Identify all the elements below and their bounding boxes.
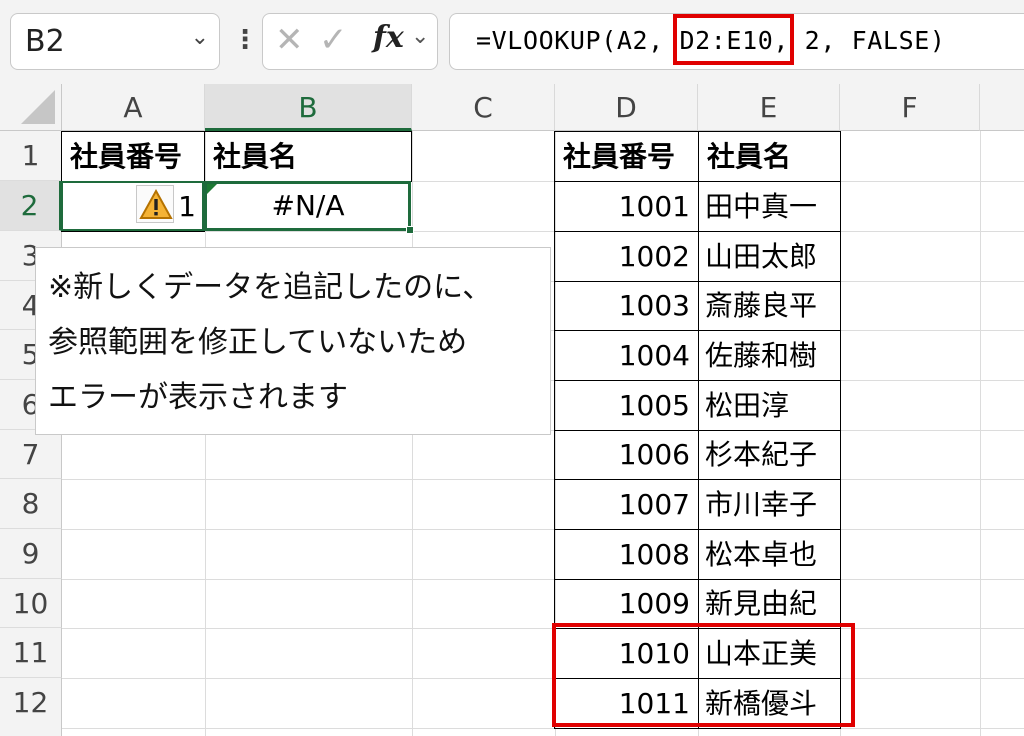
- cell-a1[interactable]: 社員番号: [61, 131, 205, 182]
- select-all-button[interactable]: [0, 84, 62, 131]
- insert-function-button[interactable]: fx: [373, 20, 404, 55]
- error-indicator-icon: [207, 184, 217, 194]
- formula-buttons: ✕ ✓ fx ⌄: [262, 13, 438, 70]
- spreadsheet-grid: A B C D E F 1 2 3 4 5 6 7 8 9 10 11 12 社…: [0, 84, 1024, 736]
- row-header-11[interactable]: 11: [0, 628, 62, 678]
- row-header-2[interactable]: 2: [0, 181, 62, 231]
- cell-e1[interactable]: 社員名: [698, 131, 841, 182]
- column-header-next[interactable]: [980, 84, 1024, 131]
- table-cell-name[interactable]: 市川幸子: [698, 479, 841, 530]
- table-cell-name[interactable]: 松田淳: [698, 380, 841, 431]
- warning-icon: [139, 188, 173, 219]
- table-cell-number[interactable]: 1001: [554, 181, 699, 232]
- table-cell-name[interactable]: 山田太郎: [698, 231, 841, 282]
- table-cell-number[interactable]: 1005: [554, 380, 699, 431]
- column-header-a[interactable]: A: [62, 84, 205, 131]
- more-options-icon[interactable]: ⋮: [232, 22, 258, 62]
- table-cell-name[interactable]: 杉本紀子: [698, 430, 841, 480]
- table-cell-name[interactable]: 松本卓也: [698, 529, 841, 580]
- table-cell-number[interactable]: 1007: [554, 479, 699, 530]
- selection-border: [61, 181, 204, 231]
- row-header-8[interactable]: 8: [0, 479, 62, 529]
- name-box-value: B2: [25, 24, 65, 59]
- chevron-down-icon[interactable]: ⌄: [411, 24, 429, 49]
- table-cell-number[interactable]: 1002: [554, 231, 699, 282]
- table-cell-number[interactable]: 1009: [554, 579, 699, 629]
- error-warning-button[interactable]: [136, 185, 174, 223]
- row-header-9[interactable]: 9: [0, 529, 62, 579]
- fill-handle[interactable]: [406, 226, 414, 234]
- callout-line-2: 参照範囲を修正していないため: [48, 325, 468, 360]
- name-box[interactable]: B2 ⌄: [10, 13, 220, 70]
- chevron-down-icon[interactable]: ⌄: [191, 25, 209, 50]
- callout-line-1: ※新しくデータを追記したのに、: [48, 270, 493, 305]
- table-cell-name[interactable]: 佐藤和樹: [698, 330, 841, 381]
- table-cell-name[interactable]: 田中真一: [698, 181, 841, 232]
- enter-icon[interactable]: ✓: [319, 20, 348, 60]
- cell-b1[interactable]: 社員名: [204, 131, 412, 182]
- row-header-1[interactable]: 1: [0, 131, 62, 181]
- column-header-e[interactable]: E: [698, 84, 840, 131]
- table-cell-name[interactable]: 新見由紀: [698, 579, 841, 629]
- annotation-callout: ※新しくデータを追記したのに、 参照範囲を修正していないため エラーが表示されま…: [35, 247, 551, 435]
- table-cell-number[interactable]: 1008: [554, 529, 699, 580]
- active-cell-border: [204, 181, 411, 231]
- range-highlight-box: [673, 14, 794, 65]
- new-rows-highlight-box: [552, 623, 855, 727]
- cell-d1[interactable]: 社員番号: [554, 131, 699, 182]
- callout-line-3: エラーが表示されます: [48, 380, 348, 415]
- table-cell-name[interactable]: 斎藤良平: [698, 281, 841, 331]
- table-cell-number[interactable]: 1006: [554, 430, 699, 480]
- row-header-7[interactable]: 7: [0, 430, 62, 479]
- column-header-b[interactable]: B: [205, 84, 412, 131]
- column-header-f[interactable]: F: [840, 84, 980, 131]
- column-header-c[interactable]: C: [412, 84, 555, 131]
- column-header-d[interactable]: D: [555, 84, 698, 131]
- row-header-10[interactable]: 10: [0, 579, 62, 628]
- table-cell-number[interactable]: 1003: [554, 281, 699, 331]
- cancel-icon[interactable]: ✕: [275, 20, 304, 60]
- row-header-12[interactable]: 12: [0, 678, 62, 736]
- table-cell-number[interactable]: 1004: [554, 330, 699, 381]
